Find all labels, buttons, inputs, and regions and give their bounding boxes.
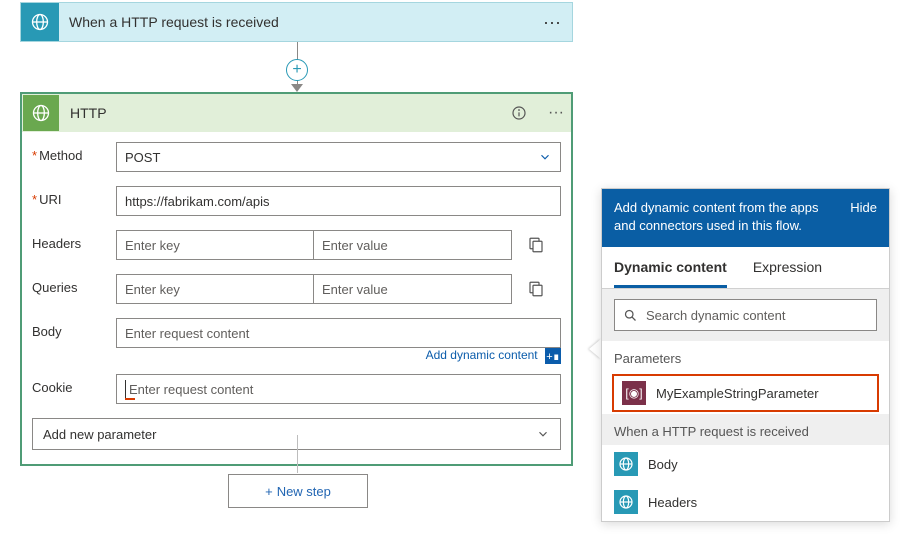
trigger-more-menu[interactable]: ··· [532,12,572,33]
method-select[interactable]: POST [116,142,561,172]
method-label: *Method [32,142,116,163]
dyn-item-label: Headers [648,495,697,510]
new-step-label: New step [277,484,331,499]
uri-label: *URI [32,186,116,207]
headers-label: Headers [32,230,116,251]
headers-value-input[interactable]: Enter value [314,230,512,260]
body-input[interactable]: Enter request content [116,318,561,348]
dyn-item-body[interactable]: Body [602,445,889,483]
http-action-title: HTTP [60,105,511,121]
text-caret [125,380,126,398]
http-action-card: HTTP ··· *Method POST *URI https://fabri… [20,92,573,466]
method-value: POST [125,150,160,165]
search-icon [623,308,638,323]
body-label: Body [32,318,116,339]
hide-panel-link[interactable]: Hide [850,199,877,217]
arrow-icon [291,84,303,92]
dyn-item-headers[interactable]: Headers [602,483,889,521]
trigger-card[interactable]: When a HTTP request is received ··· [20,2,573,42]
spellcheck-underline [125,398,135,400]
cookie-label: Cookie [32,374,116,395]
parameter-icon: [◉] [622,381,646,405]
queries-key-input[interactable]: Enter key [116,274,314,304]
dyn-item-label: Body [648,457,678,472]
http-trigger-icon [614,490,638,514]
chevron-down-icon [536,427,550,441]
add-dynamic-content-icon[interactable]: +∎ [545,348,561,364]
dynamic-content-panel: Add dynamic content from the apps and co… [601,188,890,522]
uri-input[interactable]: https://fabrikam.com/apis [116,186,561,216]
http-action-icon [23,95,59,131]
dynamic-content-tabs: Dynamic content Expression [602,247,889,289]
queries-label: Queries [32,274,116,295]
headers-switch-mode-button[interactable] [522,231,550,259]
queries-switch-mode-button[interactable] [522,275,550,303]
headers-key-input[interactable]: Enter key [116,230,314,260]
queries-value-input[interactable]: Enter value [314,274,512,304]
dyn-item-parameter[interactable]: [◉] MyExampleStringParameter [612,374,879,412]
tab-expression[interactable]: Expression [753,247,822,288]
cookie-input[interactable]: Enter request content [116,374,561,404]
add-step-button[interactable]: + [286,59,308,81]
add-dynamic-content-link[interactable]: Add dynamic content [426,348,538,362]
panel-callout-arrow [589,339,601,359]
section-parameters: Parameters [602,341,889,372]
http-trigger-icon [21,3,59,41]
add-new-parameter-label: Add new parameter [43,427,156,442]
plus-icon: + [265,484,273,499]
http-action-header[interactable]: HTTP ··· [22,94,571,132]
dynamic-content-search[interactable]: Search dynamic content [614,299,877,331]
http-trigger-icon [614,452,638,476]
http-action-more-menu[interactable]: ··· [541,104,571,122]
section-trigger: When a HTTP request is received [602,414,889,445]
connector-line [297,435,298,473]
dynamic-content-header: Add dynamic content from the apps and co… [602,189,889,247]
new-step-button[interactable]: + New step [228,474,368,508]
tab-dynamic-content[interactable]: Dynamic content [614,247,727,288]
info-icon[interactable] [511,105,541,121]
chevron-down-icon [538,150,552,164]
dyn-item-label: MyExampleStringParameter [656,386,819,401]
trigger-title: When a HTTP request is received [59,14,532,30]
